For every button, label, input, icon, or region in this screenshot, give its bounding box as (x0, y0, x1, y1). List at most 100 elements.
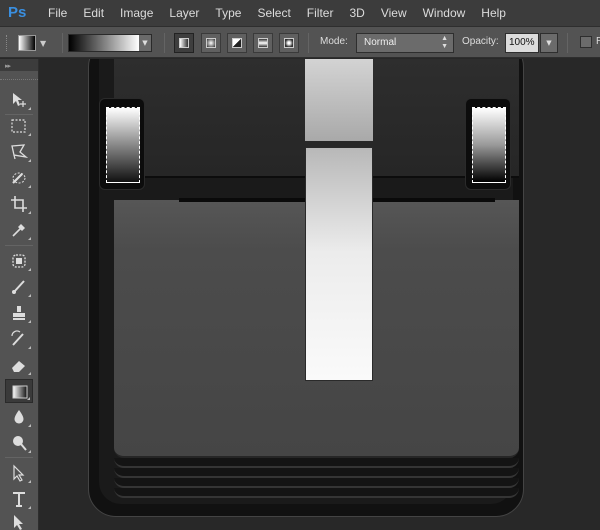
more-tools-indicator-icon (28, 185, 31, 188)
history-brush-tool[interactable] (5, 327, 33, 351)
eraser-icon (12, 361, 25, 372)
menu-help[interactable]: Help (473, 0, 514, 26)
reflected-gradient-button[interactable] (253, 33, 273, 53)
brush-icon (12, 280, 25, 294)
menu-bar: Ps File Edit Image Layer Type Select Fil… (0, 0, 600, 26)
artwork-stack-layer (114, 458, 519, 468)
tools-panel-header[interactable]: ▸▸ (0, 59, 38, 71)
artwork-stack-layer (114, 478, 519, 488)
reverse-label: R (596, 36, 600, 47)
menu-file[interactable]: File (40, 0, 75, 26)
left-selection-swatch[interactable] (106, 107, 140, 183)
radial-gradient-button[interactable] (201, 33, 221, 53)
tools-panel-grip[interactable] (0, 72, 38, 80)
more-tools-indicator-icon (28, 107, 31, 110)
mode-select[interactable]: Normal ▲ ▼ (356, 33, 454, 53)
menu-type[interactable]: Type (207, 0, 249, 26)
brush-tool[interactable] (5, 275, 33, 299)
tool-preset-picker[interactable]: ▼ (18, 32, 58, 54)
divider (5, 457, 33, 458)
more-tools-indicator-icon (28, 450, 31, 453)
more-tools-indicator-icon (28, 424, 31, 427)
options-bar: ▼ ▼ Mode: Normal ▲ ▼ Opacity: 100% ▼ R (0, 26, 600, 58)
menu-layer[interactable]: Layer (161, 0, 207, 26)
lasso-tool[interactable] (5, 140, 33, 164)
divider (308, 33, 309, 53)
mode-value: Normal (364, 37, 397, 48)
clone-stamp-tool[interactable] (5, 301, 33, 325)
reverse-checkbox[interactable] (580, 36, 592, 48)
more-tools-indicator-icon (28, 159, 31, 162)
more-tools-indicator-icon (28, 320, 31, 323)
marquee-tool[interactable] (5, 114, 33, 138)
opacity-dropdown-button[interactable]: ▼ (540, 33, 558, 53)
more-tools-indicator-icon (28, 294, 31, 297)
gradient-tool-icon (18, 35, 36, 51)
angle-gradient-button[interactable] (227, 33, 247, 53)
blur-tool[interactable] (5, 405, 33, 429)
more-tools-indicator-icon (28, 480, 31, 483)
eyedropper-icon (12, 224, 25, 237)
gradient-tool[interactable] (5, 379, 33, 403)
artwork-top-bar (305, 59, 373, 141)
move-tool[interactable] (5, 88, 33, 112)
right-gradient-swatch-slot (465, 98, 511, 190)
stamp-icon (13, 306, 25, 320)
quick-selection-tool[interactable] (5, 166, 33, 190)
up-down-arrows-icon: ▲ ▼ (441, 35, 448, 50)
more-tools-indicator-icon (28, 268, 31, 271)
blur-drop-icon (14, 410, 24, 424)
healing-brush-tool[interactable] (5, 249, 33, 273)
linear-gradient-button[interactable] (174, 33, 194, 53)
options-grip[interactable] (6, 35, 9, 51)
crop-tool[interactable] (5, 192, 33, 216)
document-canvas[interactable] (40, 59, 600, 530)
gradient-preview[interactable] (69, 35, 139, 51)
history-brush-icon (11, 330, 24, 346)
more-tools-indicator-icon (28, 346, 31, 349)
divider (5, 245, 33, 246)
gradient-picker[interactable]: ▼ (68, 34, 152, 52)
opacity-input[interactable]: 100% (505, 33, 539, 53)
rectangular-marquee-icon (11, 119, 26, 133)
divider (164, 33, 165, 53)
path-selection-icon (13, 464, 25, 482)
right-selection-swatch[interactable] (472, 107, 506, 183)
more-tools-indicator-icon (28, 133, 31, 136)
bandage-icon (12, 254, 26, 268)
menu-window[interactable]: Window (415, 0, 474, 26)
path-selection-tool[interactable] (5, 461, 33, 485)
chevron-down-icon[interactable]: ▼ (139, 35, 151, 51)
artwork-main-bar (305, 147, 373, 381)
artwork-stack-layer (114, 468, 519, 478)
crop-icon (11, 196, 27, 212)
divider (62, 33, 63, 53)
eraser-tool[interactable] (5, 353, 33, 377)
angle-gradient-icon (232, 38, 242, 48)
artwork-stack-layer (114, 488, 519, 498)
diamond-gradient-icon (284, 38, 294, 48)
menu-view[interactable]: View (373, 0, 415, 26)
more-tools-indicator-icon (28, 211, 31, 214)
dodge-icon (13, 436, 27, 451)
move-icon (13, 93, 26, 107)
eyedropper-tool[interactable] (5, 218, 33, 242)
direct-selection-icon (14, 515, 23, 530)
more-tools-indicator-icon (28, 372, 31, 375)
dodge-tool[interactable] (5, 431, 33, 455)
reflected-gradient-icon (258, 38, 268, 48)
menu-3d[interactable]: 3D (341, 0, 372, 26)
left-gradient-swatch-slot (99, 98, 145, 190)
more-tools-indicator-icon (28, 237, 31, 240)
menu-select[interactable]: Select (249, 0, 298, 26)
diamond-gradient-button[interactable] (279, 33, 299, 53)
collapse-icon[interactable]: ▸▸ (5, 62, 11, 70)
type-icon (13, 492, 25, 507)
tools-panel: ▸▸ (0, 59, 39, 530)
menu-filter[interactable]: Filter (299, 0, 342, 26)
direct-selection-tool[interactable] (5, 510, 33, 530)
opacity-label: Opacity: (462, 36, 499, 47)
menu-edit[interactable]: Edit (75, 0, 112, 26)
type-tool[interactable] (5, 487, 33, 511)
menu-image[interactable]: Image (112, 0, 161, 26)
